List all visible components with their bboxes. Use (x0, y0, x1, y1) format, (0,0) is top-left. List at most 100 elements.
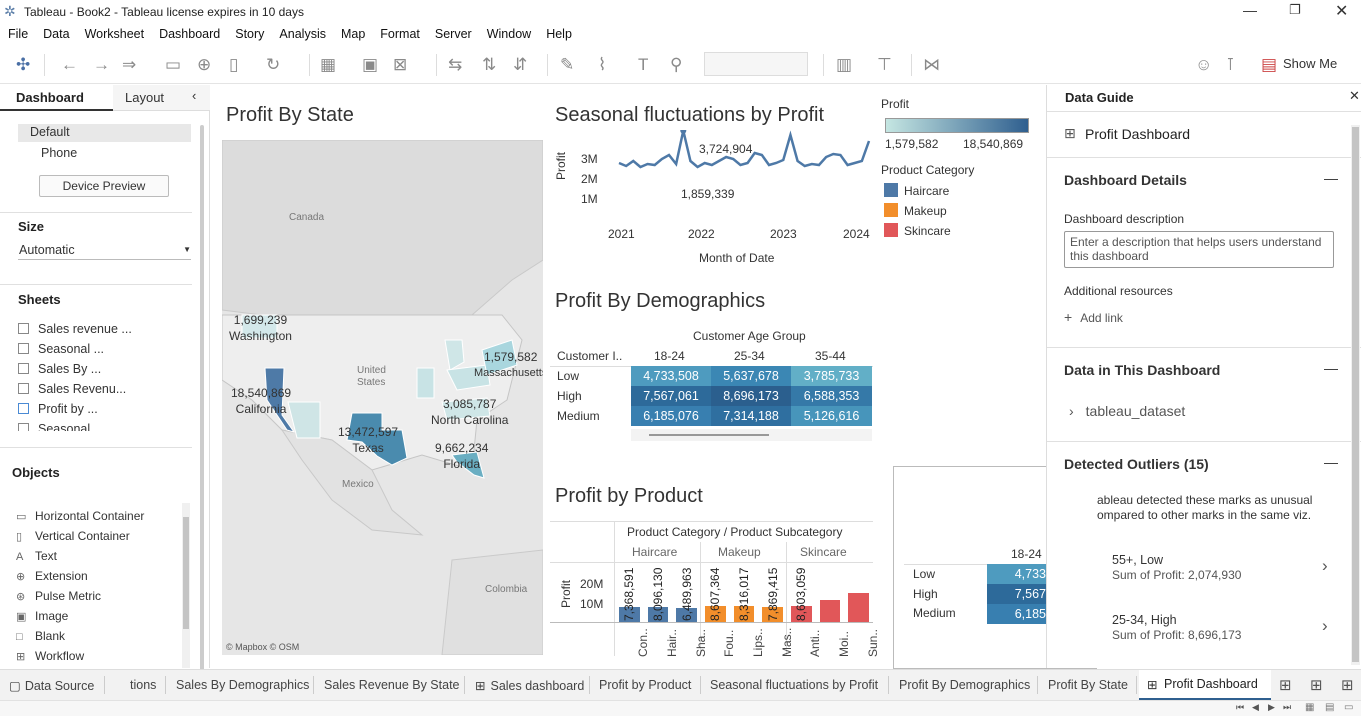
menu-story[interactable]: Story (227, 24, 271, 41)
collapse-pane-icon[interactable]: ‹ (192, 88, 196, 103)
guide-scrollbar[interactable] (1351, 125, 1360, 665)
demographics-scrollbar[interactable] (631, 429, 872, 441)
pause-updates-icon[interactable]: ▯ (229, 56, 238, 73)
last-sheet-icon[interactable]: ⏭ (1283, 702, 1291, 713)
device-preview-button[interactable]: Device Preview (39, 175, 169, 197)
swap-icon[interactable]: ⇆ (448, 56, 462, 73)
tab-sheet[interactable]: Profit By State (1048, 678, 1128, 692)
tab-dashboard[interactable]: Dashboard (0, 85, 113, 111)
product-bar[interactable] (819, 600, 841, 622)
new-dashboard-tab-icon[interactable]: ⊞ (1310, 676, 1323, 694)
menu-worksheet[interactable]: Worksheet (77, 24, 152, 41)
heatmap-cell[interactable]: 5,637,678 (711, 366, 791, 386)
sort-ascending-icon[interactable]: ⇅ (482, 56, 496, 73)
show-me-button[interactable]: Show Me (1283, 56, 1337, 71)
tab-sheet[interactable]: Sales Revenue By State (324, 678, 460, 692)
sheet-item[interactable]: Profit by ... (18, 402, 98, 416)
tab-layout[interactable]: Layout ‹ (113, 85, 210, 111)
outlier-item[interactable]: 55+, Low Sum of Profit: 2,074,930 › (1097, 551, 1337, 595)
menu-data[interactable]: Data (35, 24, 76, 41)
redo-icon[interactable]: → (93, 56, 110, 73)
format-painter-icon[interactable]: ⊺ (1226, 56, 1235, 73)
filmstrip-view-icon[interactable]: ▤ (1325, 702, 1334, 713)
menu-analysis[interactable]: Analysis (271, 24, 333, 41)
collapse-outliers-icon[interactable]: — (1324, 454, 1338, 470)
agent-icon[interactable]: ☺ (1195, 56, 1212, 73)
new-data-source-icon[interactable]: ⊕ (197, 56, 211, 73)
menu-file[interactable]: File (0, 24, 35, 41)
menu-dashboard[interactable]: Dashboard (151, 24, 227, 41)
description-textarea[interactable]: Enter a description that helps users und… (1064, 231, 1334, 268)
show-me-icon[interactable]: ▤ (1261, 56, 1277, 73)
product-bar[interactable] (848, 593, 869, 622)
state-label-washington[interactable]: 1,699,239 Washington (229, 312, 292, 344)
heatmap-cell[interactable]: 5,126,616 (791, 406, 872, 426)
heatmap-cell[interactable]: 6,185,076 (631, 406, 711, 426)
dataset-item[interactable]: › tableau_dataset (1069, 403, 1185, 419)
size-dropdown[interactable]: Automatic ▼ (18, 242, 191, 260)
map-attribution[interactable]: © Mapbox © OSM (226, 642, 299, 652)
objects-scrollbar[interactable] (182, 503, 190, 668)
sheet-item[interactable]: Seasonal (18, 422, 90, 431)
highlight-icon[interactable]: ✎ (560, 56, 574, 73)
sheet-item[interactable]: Seasonal ... (18, 342, 104, 356)
heatmap-cell[interactable]: 7,314,188 (711, 406, 791, 426)
tab-sheet[interactable]: Seasonal fluctuations by Profit (710, 678, 878, 692)
sheets-scrollbar[interactable] (200, 125, 204, 673)
object-vertical-container[interactable]: ▯ Vertical Container (16, 529, 130, 543)
state-label-north-carolina[interactable]: 3,085,787 North Carolina (431, 396, 508, 428)
object-blank[interactable]: □ Blank (16, 629, 65, 643)
share-icon[interactable]: ⋈ (923, 56, 940, 73)
menu-help[interactable]: Help (538, 24, 579, 41)
device-phone[interactable]: Phone (41, 146, 77, 160)
group-icon[interactable]: ⌇ (598, 56, 606, 73)
restore-icon[interactable]: ❐ (1289, 2, 1301, 18)
labels-icon[interactable]: T (638, 56, 648, 73)
profit-map[interactable]: Canada United States Mexico Colombia 1,6… (222, 140, 543, 655)
state-label-california[interactable]: 18,540,869 California (231, 385, 291, 417)
add-link-button[interactable]: + Add link (1064, 309, 1123, 325)
prev-sheet-icon[interactable]: ◀ (1252, 702, 1259, 713)
object-pulse-metric[interactable]: ⊛ Pulse Metric (16, 589, 101, 603)
tabs-view-icon[interactable]: ▭ (1344, 702, 1353, 713)
menu-format[interactable]: Format (372, 24, 427, 41)
sheet-item[interactable]: Sales Revenu... (18, 382, 126, 396)
tab-dashboard[interactable]: ⊞ Sales dashboard (475, 678, 584, 693)
collapse-data-icon[interactable]: — (1324, 360, 1338, 376)
menu-window[interactable]: Window (479, 24, 538, 41)
heatmap-cell[interactable]: 3,785,733 (791, 366, 872, 386)
state-label-massachusetts[interactable]: 1,579,582 Massachusetts (474, 349, 543, 381)
tab-data-source[interactable]: ▢ Data Source (9, 678, 94, 693)
object-workflow[interactable]: ⊞ Workflow (16, 649, 84, 663)
save-icon[interactable]: ▭ (165, 56, 181, 73)
tab-sheet[interactable]: Sales By Demographics (176, 678, 309, 692)
state-label-texas[interactable]: 13,472,597 Texas (338, 424, 398, 456)
outlier-item[interactable]: 25-34, High Sum of Profit: 8,696,173 › (1097, 611, 1337, 655)
fit-dropdown[interactable] (704, 52, 808, 76)
first-sheet-icon[interactable]: ⏮ (1236, 702, 1244, 713)
duplicate-sheet-icon[interactable]: ▣ (362, 56, 378, 73)
grid-view-icon[interactable]: ▦ (1305, 702, 1314, 713)
new-worksheet-tab-icon[interactable]: ⊞ (1279, 676, 1292, 694)
undo-icon[interactable]: ← (61, 56, 78, 73)
heatmap-cell[interactable]: 6,588,353 (791, 386, 872, 406)
legend-profit-gradient[interactable] (885, 118, 1029, 133)
fix-axes-icon[interactable]: ⚲ (670, 56, 682, 73)
replay-icon[interactable]: ⇒ (122, 56, 136, 73)
sheet-item[interactable]: Sales By ... (18, 362, 101, 376)
heatmap-cell[interactable]: 4,733,508 (631, 366, 711, 386)
object-text[interactable]: A Text (16, 549, 57, 563)
tab-sheet[interactable]: tions (130, 678, 156, 692)
refresh-icon[interactable]: ↻ (266, 56, 280, 73)
heatmap-cell[interactable]: 7,567,061 (631, 386, 711, 406)
menu-map[interactable]: Map (333, 24, 372, 41)
sheet-item[interactable]: Sales revenue ... (18, 322, 132, 336)
new-story-tab-icon[interactable]: ⊞ (1341, 676, 1354, 694)
object-horizontal-container[interactable]: ▭ Horizontal Container (16, 509, 144, 523)
next-sheet-icon[interactable]: ▶ (1268, 702, 1275, 713)
legend-item-haircare[interactable]: Haircare (884, 183, 949, 198)
data-title[interactable]: Data in This Dashboard (1064, 362, 1220, 378)
presentation-icon[interactable]: ⊤ (877, 56, 892, 73)
close-guide-icon[interactable]: ✕ (1349, 88, 1360, 104)
heatmap-cell[interactable]: 8,696,173 (711, 386, 791, 406)
